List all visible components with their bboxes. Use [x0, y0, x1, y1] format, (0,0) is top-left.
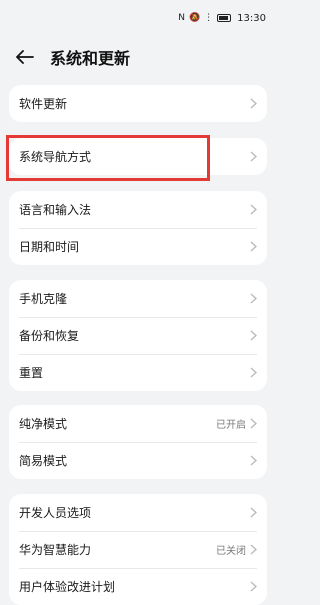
row-label: 开发人员选项 — [19, 506, 92, 520]
row-phone-clone[interactable]: 手机克隆 — [9, 280, 267, 317]
row-label: 简易模式 — [19, 454, 68, 468]
row-label: 语言和输入法 — [19, 203, 92, 217]
settings-card-backup: 手机克隆 备份和恢复 重置 — [9, 280, 267, 391]
chevron-right-icon — [250, 293, 257, 304]
row-label: 备份和恢复 — [19, 329, 80, 343]
row-status: 已开启 — [216, 420, 246, 431]
row-label: 用户体验改进计划 — [19, 580, 116, 594]
nfc-icon: N — [178, 12, 185, 23]
row-label: 重置 — [19, 366, 44, 380]
chevron-right-icon — [250, 455, 257, 466]
row-label: 手机克隆 — [19, 292, 68, 306]
chevron-right-icon — [250, 241, 257, 252]
status-time: 13:30 — [237, 12, 266, 24]
back-button[interactable] — [16, 47, 36, 67]
row-label: 纯净模式 — [19, 417, 68, 431]
row-backup-restore[interactable]: 备份和恢复 — [9, 317, 267, 354]
settings-card-language: 语言和输入法 日期和时间 — [9, 191, 267, 265]
chevron-right-icon — [250, 98, 257, 109]
row-label: 日期和时间 — [19, 240, 80, 254]
row-pure-mode[interactable]: 纯净模式 已开启 — [9, 405, 267, 442]
row-label: 软件更新 — [19, 97, 68, 111]
page-header: 系统和更新 — [0, 36, 276, 78]
settings-card-navigation: 系统导航方式 — [9, 138, 267, 175]
row-reset[interactable]: 重置 — [9, 354, 267, 391]
row-developer-options[interactable]: 开发人员选项 — [9, 494, 267, 531]
status-icons: N 🔕 ⋮ — [178, 12, 232, 23]
row-user-experience[interactable]: 用户体验改进计划 — [9, 568, 267, 605]
row-label: 华为智慧能力 — [19, 543, 92, 557]
vibrate-icon: ⋮ — [204, 12, 214, 23]
chevron-right-icon — [250, 418, 257, 429]
chevron-right-icon — [250, 507, 257, 518]
row-date-time[interactable]: 日期和时间 — [9, 228, 267, 265]
chevron-right-icon — [250, 581, 257, 592]
chevron-right-icon — [250, 204, 257, 215]
status-bar: N 🔕 ⋮ 13:30 — [0, 0, 276, 36]
chevron-right-icon — [250, 544, 257, 555]
battery-icon — [217, 14, 232, 22]
arrow-left-icon — [16, 50, 34, 64]
chevron-right-icon — [250, 330, 257, 341]
chevron-right-icon — [250, 151, 257, 162]
row-status: 已关闭 — [216, 546, 246, 557]
row-software-update[interactable]: 软件更新 — [9, 85, 267, 122]
row-simple-mode[interactable]: 简易模式 — [9, 442, 267, 479]
settings-card-update: 软件更新 — [9, 85, 267, 122]
settings-card-modes: 纯净模式 已开启 简易模式 — [9, 405, 267, 479]
settings-card-developer: 开发人员选项 华为智慧能力 已关闭 用户体验改进计划 — [9, 494, 267, 605]
row-system-navigation[interactable]: 系统导航方式 — [9, 138, 267, 175]
page-title: 系统和更新 — [50, 49, 131, 68]
chevron-right-icon — [250, 367, 257, 378]
mute-icon: 🔕 — [188, 12, 201, 23]
row-huawei-smart[interactable]: 华为智慧能力 已关闭 — [9, 531, 267, 568]
row-language-input[interactable]: 语言和输入法 — [9, 191, 267, 228]
row-label: 系统导航方式 — [19, 150, 92, 164]
